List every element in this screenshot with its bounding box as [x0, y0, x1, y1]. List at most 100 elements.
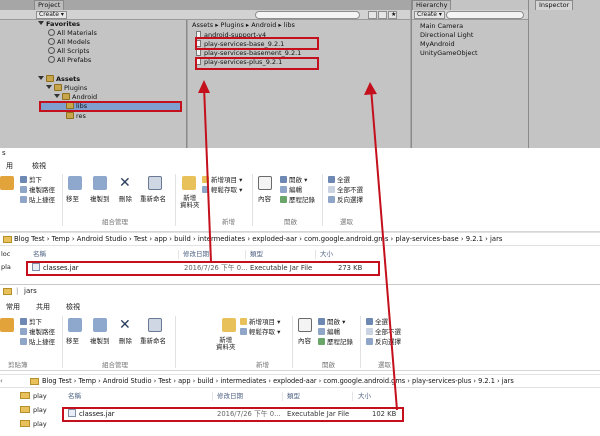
favorite-item[interactable]: All Materials: [48, 29, 97, 38]
cut-button[interactable]: 剪下: [20, 318, 42, 327]
select-none-button[interactable]: 全部不選: [366, 328, 401, 337]
new-folder-icon[interactable]: [182, 176, 196, 190]
file-name: classes.jar: [68, 409, 115, 419]
select-all-button[interactable]: 全選: [366, 318, 388, 327]
edit-button[interactable]: 編輯: [318, 328, 340, 337]
address-bar-2[interactable]: ‹ Blog Test › Temp › Android Studio › Te…: [0, 374, 600, 388]
rename-icon[interactable]: [148, 318, 162, 332]
asset-file[interactable]: play-services-basement_9.2.1: [196, 49, 301, 58]
address-bar-1[interactable]: Blog Test › Temp › Android Studio › Test…: [0, 232, 600, 246]
plugins-folder[interactable]: Plugins: [46, 84, 87, 93]
hierarchy-tab[interactable]: Hierarchy: [412, 0, 452, 10]
group-separator: [322, 174, 323, 226]
paste-icon[interactable]: [0, 176, 14, 190]
tab-share[interactable]: 用: [6, 160, 13, 172]
rename-label: 重新命名: [140, 195, 166, 203]
asset-file[interactable]: play-services-base_9.2.1: [196, 40, 284, 49]
column-type[interactable]: 類型: [287, 392, 300, 401]
nav-item[interactable]: loc: [1, 250, 10, 258]
res-folder[interactable]: res: [66, 112, 86, 121]
invert-selection-button[interactable]: 反向選擇: [328, 196, 363, 205]
favorite-item[interactable]: All Prefabs: [48, 56, 91, 65]
copy-to-icon[interactable]: [93, 318, 107, 332]
project-search-input[interactable]: [255, 11, 360, 19]
history-button[interactable]: 歷程記錄: [280, 196, 315, 205]
hierarchy-search-input[interactable]: [446, 11, 524, 19]
favorite-item[interactable]: All Models: [48, 38, 90, 47]
history-icon: [318, 338, 325, 345]
hierarchy-item[interactable]: Main Camera: [420, 22, 463, 31]
delete-icon[interactable]: ✕: [119, 176, 131, 190]
copy-to-icon[interactable]: [93, 176, 107, 190]
tab-home[interactable]: 常用: [6, 301, 20, 313]
asset-file[interactable]: android-support-v4: [196, 31, 266, 40]
breadcrumb: Assets ▸ Plugins ▸ Android ▸ libs: [192, 21, 295, 29]
jar-file-icon: [32, 263, 40, 271]
open-button[interactable]: 開啟 ▾: [280, 176, 307, 185]
rename-icon[interactable]: [148, 176, 162, 190]
star-icon[interactable]: ★: [388, 11, 397, 19]
create-button[interactable]: Create ▾: [36, 11, 67, 19]
history-button[interactable]: 歷程記錄: [318, 338, 353, 347]
nav-item[interactable]: play: [20, 420, 47, 428]
nav-item[interactable]: play: [20, 392, 47, 400]
column-separator: [245, 250, 246, 259]
new-item-button[interactable]: 新增項目 ▾: [240, 318, 280, 327]
tab-view[interactable]: 檢視: [66, 301, 80, 313]
libs-folder[interactable]: libs: [40, 102, 180, 111]
asset-file[interactable]: play-services-plus_9.2.1: [196, 58, 282, 67]
hierarchy-create-button[interactable]: Create ▾: [414, 11, 445, 19]
invert-selection-button[interactable]: 反向選擇: [366, 338, 401, 347]
easy-access-button[interactable]: 輕鬆存取 ▾: [240, 328, 280, 337]
paste-icon[interactable]: [0, 318, 14, 332]
favorites-header[interactable]: Favorites: [38, 20, 80, 29]
column-name[interactable]: 名稱: [33, 250, 46, 259]
column-date[interactable]: 修改日期: [217, 392, 243, 401]
select-all-button[interactable]: 全選: [328, 176, 350, 185]
back-arrow-icon[interactable]: ‹: [0, 375, 3, 388]
properties-icon[interactable]: [298, 318, 312, 332]
assets-folder[interactable]: Assets: [38, 75, 80, 84]
new-item-button[interactable]: 新增項目 ▾: [202, 176, 242, 185]
paste-shortcut-button[interactable]: 貼上捷徑: [20, 196, 55, 205]
copy-path-button[interactable]: 複製路徑: [20, 186, 55, 195]
file-row[interactable]: classes.jar 2016/7/26 下午 0... Executable…: [62, 407, 404, 421]
cut-button[interactable]: 剪下: [20, 176, 42, 185]
favorite-item[interactable]: All Scripts: [48, 47, 89, 56]
file-row[interactable]: classes.jar 2016/7/26 下午 0... Executable…: [26, 261, 380, 275]
hierarchy-item[interactable]: MyAndroid: [420, 40, 455, 49]
column-name[interactable]: 名稱: [68, 392, 81, 401]
move-to-icon[interactable]: [68, 176, 82, 190]
tab-view[interactable]: 檢視: [32, 160, 46, 172]
inspector-tab[interactable]: Inspector: [535, 0, 574, 10]
column-separator: [212, 392, 213, 401]
nav-item[interactable]: play: [20, 406, 47, 414]
move-to-icon[interactable]: [68, 318, 82, 332]
open-icon: [318, 318, 325, 325]
project-tree: Favorites All Materials All Models All S…: [0, 20, 187, 148]
filter-label-icon[interactable]: [378, 11, 387, 19]
edit-button[interactable]: 編輯: [280, 186, 302, 195]
column-date[interactable]: 修改日期: [183, 250, 209, 259]
hierarchy-item[interactable]: Directional Light: [420, 31, 473, 40]
delete-label: 刪除: [119, 337, 132, 345]
nav-item[interactable]: pla: [1, 263, 11, 271]
new-folder-icon[interactable]: [222, 318, 236, 332]
properties-label: 內容: [258, 195, 271, 203]
project-tab[interactable]: Project: [34, 0, 65, 10]
easy-access-button[interactable]: 輕鬆存取 ▾: [202, 186, 242, 195]
column-type[interactable]: 類型: [250, 250, 263, 259]
hierarchy-item[interactable]: UnityGameObject: [420, 49, 478, 58]
select-none-button[interactable]: 全部不選: [328, 186, 363, 195]
copy-path-button[interactable]: 複製路徑: [20, 328, 55, 337]
tab-share[interactable]: 共用: [36, 301, 50, 313]
android-folder[interactable]: Android: [54, 93, 97, 102]
properties-icon[interactable]: [258, 176, 272, 190]
paste-shortcut-button[interactable]: 貼上捷徑: [20, 338, 55, 347]
expand-icon: [38, 21, 44, 25]
open-button[interactable]: 開啟 ▾: [318, 318, 345, 327]
delete-icon[interactable]: ✕: [119, 318, 131, 332]
column-size[interactable]: 大小: [320, 250, 333, 259]
filter-type-icon[interactable]: [368, 11, 377, 19]
column-size[interactable]: 大小: [358, 392, 371, 401]
